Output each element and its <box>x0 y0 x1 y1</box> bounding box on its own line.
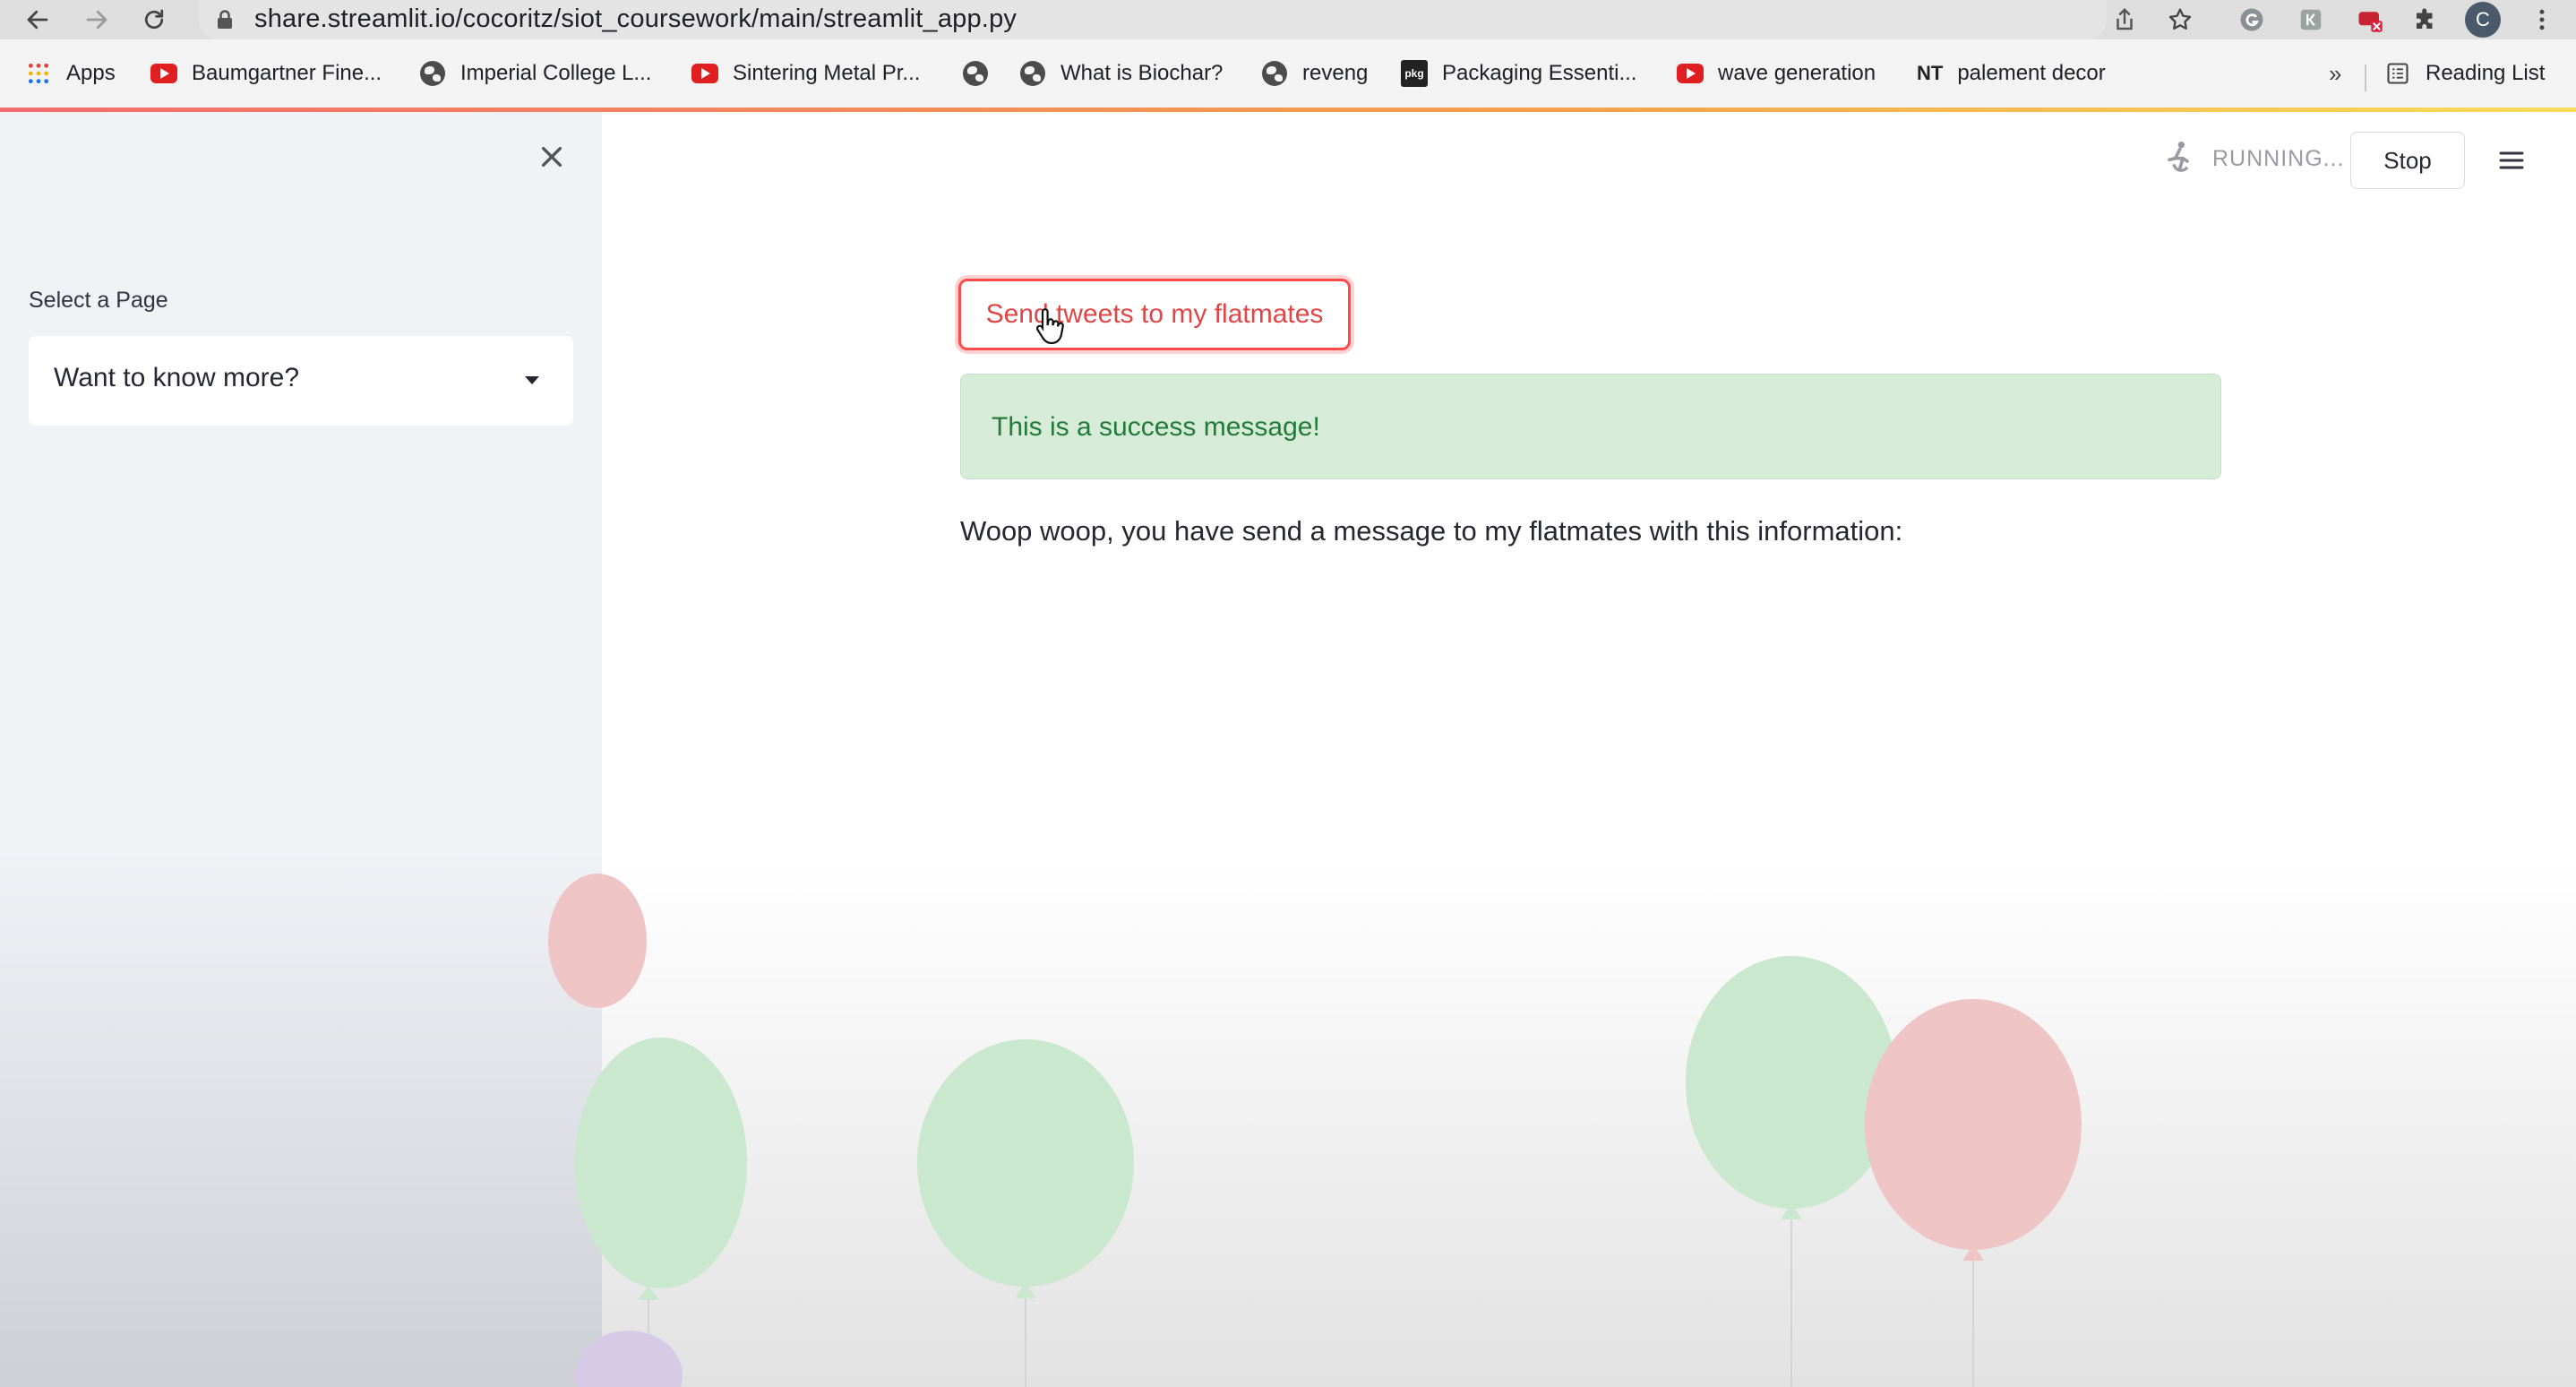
balloon-red <box>548 874 647 1008</box>
bookmark-apps[interactable]: Apps <box>25 57 116 90</box>
close-sidebar-icon[interactable] <box>534 139 570 175</box>
extensions-puzzle-icon[interactable] <box>2409 4 2442 36</box>
youtube-icon <box>1677 60 1704 87</box>
bookmark-globe[interactable] <box>962 57 989 90</box>
lock-icon <box>218 10 232 29</box>
reading-list-icon <box>2384 60 2411 87</box>
bookmark-biochar[interactable]: What is Biochar? <box>1019 57 1223 90</box>
share-icon[interactable] <box>2108 4 2141 36</box>
bookmarks-divider <box>2365 65 2366 91</box>
info-text: Woop woop, you have send a message to my… <box>960 515 1903 547</box>
success-alert: This is a success message! <box>960 374 2221 479</box>
bookmark-imperial-college[interactable]: Imperial College L... <box>419 57 651 90</box>
running-status-text: RUNNING... <box>2212 146 2345 171</box>
profile-avatar[interactable]: C <box>2465 2 2501 38</box>
bookmarks-bar: Apps Baumgartner Fine... Imperial Colleg… <box>0 39 2576 108</box>
chevron-down-icon <box>525 376 539 384</box>
address-bar-row: share.streamlit.io/cocoritz/siot_coursew… <box>0 0 2576 39</box>
nt-icon: NT <box>1917 62 1944 84</box>
reading-list-button[interactable]: Reading List <box>2384 57 2545 90</box>
kebab-menu-icon[interactable] <box>2526 4 2558 36</box>
page-select[interactable]: Want to know more? <box>29 336 573 426</box>
running-status: RUNNING... <box>2160 139 2345 179</box>
bookmark-star-icon[interactable] <box>2164 4 2196 36</box>
apps-grid-icon <box>25 60 52 87</box>
select-page-label: Select a Page <box>29 288 168 313</box>
page-select-value: Want to know more? <box>54 363 299 392</box>
running-man-icon <box>2160 139 2196 179</box>
send-tweets-button[interactable]: Send tweets to my flatmates <box>958 279 1351 350</box>
sidebar: Select a Page Want to know more? <box>0 112 602 1387</box>
globe-icon <box>419 60 446 87</box>
forward-icon[interactable] <box>81 4 113 36</box>
reload-icon[interactable] <box>138 4 170 36</box>
main-content: RUNNING... Stop Send tweets to my flatma… <box>548 112 2576 1387</box>
bookmark-wave-generation[interactable]: wave generation <box>1677 57 1876 90</box>
youtube-icon <box>150 60 177 87</box>
bookmark-packaging[interactable]: pkg Packaging Essenti... <box>1401 57 1636 90</box>
globe-icon <box>1261 60 1288 87</box>
balloon-green <box>1686 956 1897 1209</box>
balloon-green <box>917 1039 1134 1287</box>
bookmark-palement-decor[interactable]: NT palement decor <box>1917 57 2106 90</box>
streamlit-app: Select a Page Want to know more? RUNNING… <box>0 112 2576 1387</box>
globe-icon <box>962 60 989 87</box>
blocked-extension-icon[interactable] <box>2354 4 2386 36</box>
stop-button[interactable]: Stop <box>2350 132 2465 189</box>
extension-icon[interactable] <box>2295 4 2327 36</box>
hamburger-menu-icon[interactable] <box>2495 144 2528 177</box>
back-icon[interactable] <box>21 4 54 36</box>
url-text: share.streamlit.io/cocoritz/siot_coursew… <box>254 4 1018 33</box>
bookmark-sintering[interactable]: Sintering Metal Pr... <box>691 57 920 90</box>
hand-cursor-icon <box>1036 308 1064 345</box>
success-message: This is a success message! <box>992 412 1320 442</box>
youtube-icon <box>691 60 718 87</box>
balloon-green <box>575 1038 747 1288</box>
browser-window: share.streamlit.io/cocoritz/siot_coursew… <box>0 0 2576 1387</box>
balloon-red <box>1865 999 2082 1250</box>
globe-icon <box>1019 60 1046 87</box>
packaging-icon: pkg <box>1401 60 1428 87</box>
bookmark-baumgartner[interactable]: Baumgartner Fine... <box>150 57 382 90</box>
bookmark-reveng[interactable]: reveng <box>1261 57 1368 90</box>
bookmarks-overflow-button[interactable]: » <box>2329 57 2341 90</box>
grammarly-extension-icon[interactable] <box>2236 4 2268 36</box>
